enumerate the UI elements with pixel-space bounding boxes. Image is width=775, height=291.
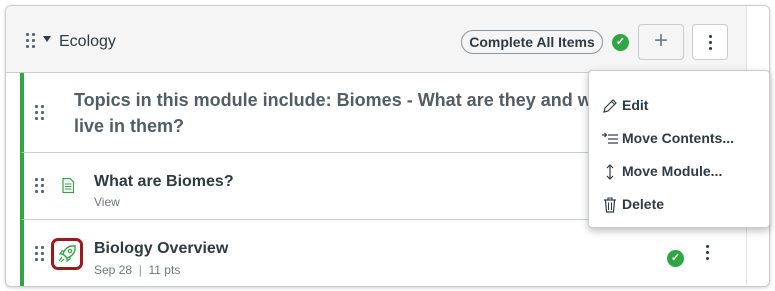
module-options-menu: Edit Move Contents... Move Module... Del… (588, 70, 770, 228)
menu-label-delete: Delete (622, 196, 665, 212)
drag-handle-icon[interactable] (35, 178, 45, 196)
quiz-title-link[interactable]: Biology Overview (94, 240, 228, 258)
check-icon: ✓ (667, 250, 684, 267)
module-options-button[interactable] (692, 24, 728, 60)
drag-handle-icon[interactable] (35, 105, 45, 123)
menu-item-move-contents[interactable]: Move Contents... (589, 123, 769, 153)
kebab-icon[interactable] (706, 245, 710, 263)
kebab-icon (709, 35, 713, 53)
quiz-points: 11 pts (148, 263, 181, 277)
drag-handle-icon[interactable] (26, 33, 36, 51)
check-icon: ✓ (612, 34, 629, 51)
module-header[interactable]: Ecology Complete All Items ✓ + (6, 6, 746, 73)
menu-item-delete[interactable]: Delete (589, 189, 769, 219)
quiz-icon-highlight (51, 238, 83, 270)
menu-item-edit[interactable]: Edit (589, 90, 769, 120)
drag-handle-icon[interactable] (35, 246, 45, 264)
module-title[interactable]: Ecology (59, 33, 116, 51)
menu-label-edit: Edit (622, 97, 649, 113)
add-item-button[interactable]: + (638, 24, 684, 60)
move-contents-icon (602, 132, 618, 144)
page-requirement: View (94, 195, 120, 209)
page-title-link[interactable]: What are Biomes? (94, 173, 234, 191)
menu-label-move-contents: Move Contents... (622, 130, 735, 146)
caret-down-icon[interactable] (43, 36, 51, 42)
quiz-due-date: Sep 28 (94, 263, 133, 277)
trash-icon (604, 197, 616, 213)
page-icon (62, 178, 74, 193)
menu-label-move-module: Move Module... (622, 163, 723, 179)
complete-all-items-button[interactable]: Complete All Items (461, 30, 603, 54)
subheader-text: Topics in this module include: Biomes - … (74, 90, 619, 136)
quiz-meta: Sep 28 | 11 pts (94, 263, 181, 277)
pencil-icon (603, 99, 617, 113)
plus-icon: + (653, 27, 668, 54)
quiz-item[interactable]: Biology Overview Sep 28 | 11 pts ✓ (20, 220, 746, 286)
rocket-icon (58, 245, 76, 263)
move-module-icon (606, 164, 614, 180)
menu-item-move-module[interactable]: Move Module... (589, 156, 769, 186)
